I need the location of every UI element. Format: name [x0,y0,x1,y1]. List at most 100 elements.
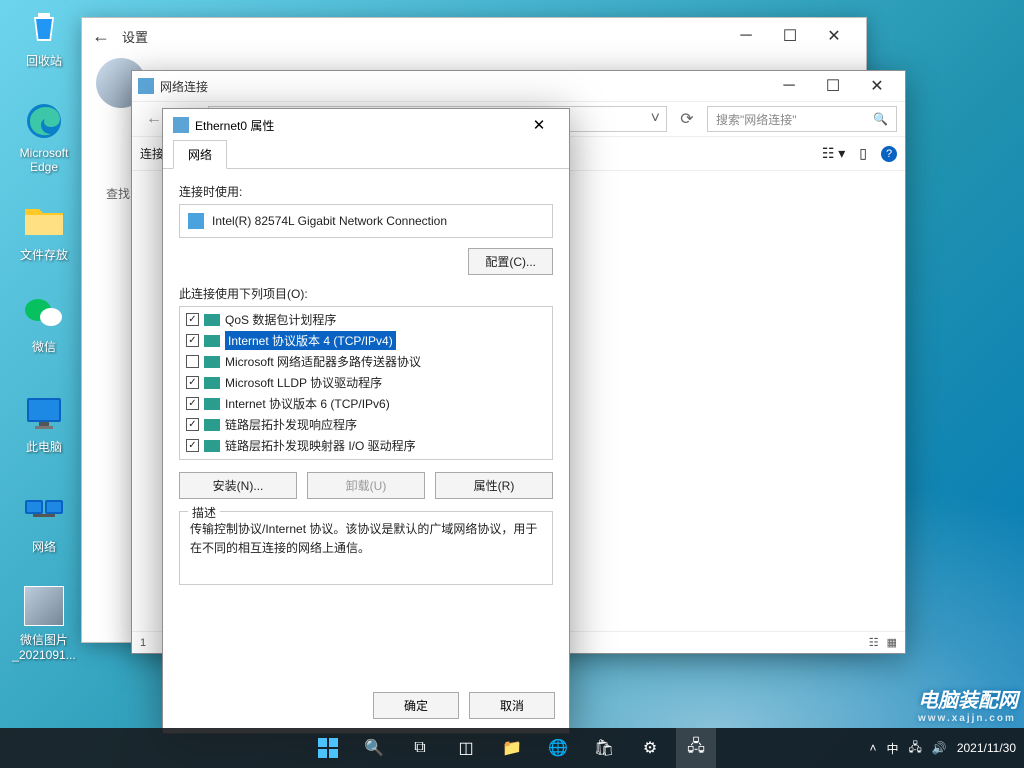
protocol-label: Internet 协议版本 4 (TCP/IPv4) [225,331,396,350]
desktop-label: 回收站 [26,54,62,68]
protocol-item[interactable]: Microsoft 网络适配器多路传送器协议 [180,351,552,372]
protocol-label: 链路层拓扑发现映射器 I/O 驱动程序 [225,437,416,454]
edge-icon [23,100,65,142]
recycle-bin-icon [23,6,65,48]
preview-pane-icon[interactable]: ▯ [859,145,867,162]
protocol-list[interactable]: ✓ QoS 数据包计划程序 ✓ Internet 协议版本 4 (TCP/IPv4)M… [179,306,553,460]
minimize-button[interactable]: ─ [724,21,768,51]
protocol-item[interactable]: ✓ 链路层拓扑发现映射器 I/O 驱动程序 [180,435,552,456]
store-button[interactable]: 🛍 [584,728,624,768]
ime-indicator[interactable]: 中 [886,740,898,757]
connect-using-label: 连接时使用: [179,183,553,200]
desktop-wechat[interactable]: 微信 [10,292,78,355]
search-input[interactable]: 搜索"网络连接" 🔍 [707,106,897,132]
task-view-button[interactable]: ⧉ [400,728,440,768]
ok-button[interactable]: 确定 [373,692,459,719]
checkbox[interactable]: ✓ [186,439,199,452]
view-options-icon[interactable]: ☷ ▾ [822,145,845,162]
widgets-button[interactable]: ◫ [446,728,486,768]
network-window-title: 网络连接 [160,78,208,95]
image-file-icon [23,585,65,627]
checkbox[interactable]: ✓ [186,418,199,431]
desktop-image-file[interactable]: 微信图片_2021091... [10,585,78,662]
protocol-item[interactable]: ✓ 链路层拓扑发现响应程序 [180,414,552,435]
close-button[interactable]: ✕ [519,111,559,139]
adapter-icon [173,117,189,133]
protocol-item[interactable]: ✓Microsoft LLDP 协议驱动程序 [180,372,552,393]
protocol-item[interactable]: ✓ QoS 数据包计划程序 [180,309,552,330]
view-details-icon[interactable]: ☷ [869,636,879,649]
uses-items-label: 此连接使用下列项目(O): [179,285,553,302]
tab-network[interactable]: 网络 [173,140,227,169]
taskbar: 🔍 ⧉ ◫ 📁 🌐 🛍 ⚙ 🖧 ˄ 中 🖧 🔊 2021/11/30 [0,728,1024,768]
search-placeholder: 搜索"网络连接" [716,111,797,128]
desktop-label: 微信 [32,340,56,354]
desktop-network[interactable]: 网络 [10,492,78,555]
network-icon [23,492,65,534]
help-icon[interactable]: ? [881,146,897,162]
configure-button[interactable]: 配置(C)... [468,248,553,275]
settings-taskbar-button[interactable]: ⚙ [630,728,670,768]
search-button[interactable]: 🔍 [354,728,394,768]
wechat-icon [23,292,65,334]
pc-icon [23,392,65,434]
protocol-icon [204,314,220,326]
desktop-label: 文件存放 [20,248,68,262]
desktop-label: 网络 [32,540,56,554]
explorer-button[interactable]: 📁 [492,728,532,768]
back-button[interactable]: ← [92,26,116,47]
adapter-field: Intel(R) 82574L Gigabit Network Connecti… [179,204,553,238]
tray-network-icon[interactable]: 🖧 [908,738,921,759]
checkbox[interactable]: ✓ [186,397,199,410]
protocol-icon [204,335,220,347]
minimize-button[interactable]: ─ [767,71,811,101]
dialog-title: Ethernet0 属性 [195,117,274,134]
search-icon: 🔍 [873,112,888,126]
watermark: 电脑装配网 www.xajjn.com [918,684,1018,724]
install-button[interactable]: 安装(N)... [179,472,297,499]
settings-title: 设置 [122,27,148,46]
desktop-folder[interactable]: 文件存放 [10,200,78,263]
checkbox[interactable]: ✓ [186,313,199,326]
protocol-item[interactable]: ✓ Internet 协议版本 6 (TCP/IPv6) [180,393,552,414]
maximize-button[interactable]: ☐ [811,71,855,101]
start-button[interactable] [308,728,348,768]
protocol-icon [204,398,220,410]
protocol-label: QoS 数据包计划程序 [225,311,336,328]
maximize-button[interactable]: ☐ [768,21,812,51]
protocol-label: Internet 协议版本 6 (TCP/IPv6) [225,395,390,412]
adapter-name: Intel(R) 82574L Gigabit Network Connecti… [212,214,447,228]
folder-icon [23,200,65,242]
checkbox[interactable]: ✓ [186,376,199,389]
tray-volume-icon[interactable]: 🔊 [932,741,947,755]
checkbox[interactable] [186,355,199,368]
checkbox[interactable]: ✓ [186,334,199,347]
description-legend: 描述 [188,504,220,523]
protocol-icon [204,377,220,389]
cancel-button[interactable]: 取消 [469,692,555,719]
desktop-this-pc[interactable]: 此电脑 [10,392,78,455]
uninstall-button: 卸载(U) [307,472,425,499]
edge-taskbar-button[interactable]: 🌐 [538,728,578,768]
network-window-icon [138,78,154,94]
tray-chevron-icon[interactable]: ˄ [869,741,876,755]
protocol-label: 链路层拓扑发现响应程序 [225,416,357,433]
desktop-label: 此电脑 [26,440,62,454]
clock[interactable]: 2021/11/30 [957,741,1016,755]
protocol-icon [204,440,220,452]
protocol-icon [204,419,220,431]
protocol-item[interactable]: ✓ Internet 协议版本 4 (TCP/IPv4) [180,330,552,351]
close-button[interactable]: ✕ [812,21,856,51]
properties-button[interactable]: 属性(R) [435,472,553,499]
view-large-icon[interactable]: ▦ [887,636,897,649]
close-button[interactable]: ✕ [855,71,899,101]
network-taskbar-button[interactable]: 🖧 [676,728,716,768]
desktop-edge[interactable]: Microsoft Edge [10,100,78,174]
nic-icon [188,213,204,229]
description-group: 描述 传输控制协议/Internet 协议。该协议是默认的广域网络协议，用于在不… [179,511,553,585]
desktop-recycle-bin[interactable]: 回收站 [10,6,78,69]
ethernet-properties-dialog: Ethernet0 属性 ✕ 网络 连接时使用: Intel(R) 82574L… [162,108,570,734]
description-text: 传输控制协议/Internet 协议。该协议是默认的广域网络协议，用于在不同的相… [190,520,542,558]
desktop-label: 微信图片_2021091... [12,633,75,662]
refresh-button[interactable]: ⟳ [673,109,701,129]
